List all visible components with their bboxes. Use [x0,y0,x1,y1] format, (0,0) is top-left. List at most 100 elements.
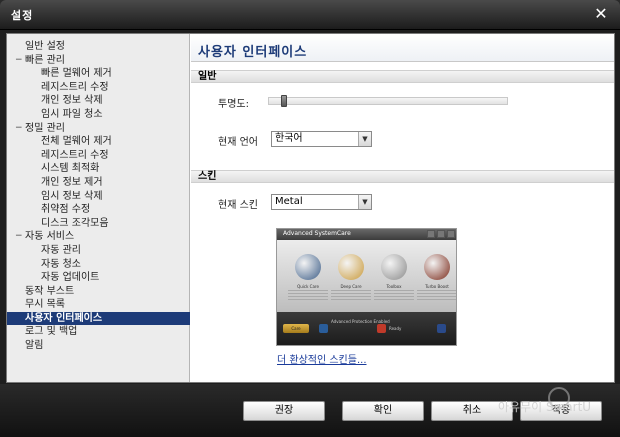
section-general: 일반 [191,70,614,83]
settings-content: 일반 설정 − 빠른 관리 빠른 멀웨어 제거 레지스트리 수정 개인 정보 삭제 임시 파… [6,33,615,383]
sidebar-item-label: 로그 및 백업 [25,326,78,338]
sidebar-item[interactable]: 임시 파일 청소 [7,108,190,122]
sidebar-item-label: 정밀 관리 [25,122,65,134]
sidebar-item-label: 빠른 멀웨어 제거 [41,68,112,80]
sidebar-item[interactable]: 자동 업데이트 [7,271,190,285]
sidebar-item-label: 동작 부스트 [25,285,75,297]
settings-sidebar: 일반 설정 − 빠른 관리 빠른 멀웨어 제거 레지스트리 수정 개인 정보 삭제 임시 파… [7,34,190,382]
preview-close-icon [447,230,455,238]
preview-feature-icon [295,254,321,280]
preview-feature-label: Toolbox [386,284,402,289]
chevron-down-icon[interactable]: ▼ [358,132,371,146]
preview-feature-label: Deep Care [340,284,362,289]
sidebar-item[interactable]: 동작 부스트 [7,285,190,299]
sidebar-item-label: 무시 목록 [25,299,65,311]
watermark: 아유무이 SmartU [498,400,592,414]
language-select[interactable]: 한국어 ▼ [271,131,372,147]
more-skins-link[interactable]: 더 환상적인 스킨들... [277,351,367,366]
preview-feature-description [417,290,456,300]
preview-feature-label: Turbo Boost [425,284,449,289]
sidebar-item[interactable]: 사용자 인터페이스 [7,311,190,326]
sidebar-item[interactable]: − 빠른 관리 [7,54,190,68]
sidebar-item-label: 자동 업데이트 [41,272,100,284]
sidebar-item[interactable]: 일반 설정 [7,40,190,54]
skin-select[interactable]: Metal ▼ [271,194,372,210]
sidebar-item-label: 임시 정보 삭제 [41,190,103,202]
sidebar-item[interactable]: 자동 청소 [7,258,190,272]
sidebar-item[interactable]: 개인 정보 제거 [7,176,190,190]
preview-feature-label: Quick Care [297,284,319,289]
preview-body: Quick Care Deep Care Toolbox Turbo Boost [277,240,456,312]
preview-feature-description [331,290,371,300]
section-skin: 스킨 [191,170,614,183]
preview-shield-icon [319,324,328,333]
sidebar-item-label: 임시 파일 청소 [41,108,103,120]
sidebar-item[interactable]: 임시 정보 삭제 [7,190,190,204]
preview-alert-icon [377,324,386,333]
skin-select-value: Metal [275,196,303,207]
sidebar-item[interactable]: 무시 목록 [7,298,190,312]
settings-tree: 일반 설정 − 빠른 관리 빠른 멀웨어 제거 레지스트리 수정 개인 정보 삭제 임시 파… [7,40,190,353]
settings-window: 설정 ✕ 일반 설정 − 빠른 관리 빠른 멀웨어 제거 레지스트리 수정 개인 정보 삭… [0,0,620,437]
preview-feature-description [288,290,328,300]
sidebar-item[interactable]: 로그 및 백업 [7,325,190,339]
panel-header: 사용자 인터페이스 [191,34,614,62]
sidebar-item[interactable]: 빠른 멀웨어 제거 [7,67,190,81]
sidebar-item-label: 빠른 관리 [25,54,65,66]
skin-label: 현재 스킨 [218,200,258,211]
sidebar-item-label: 시스템 최적화 [41,163,100,175]
settings-panel: 사용자 인터페이스 일반 투명도: 현재 언어 한국어 ▼ 스킨 현재 스킨 M… [191,34,614,382]
chevron-down-icon[interactable]: ▼ [358,195,371,209]
preview-feature-icon [424,254,450,280]
preview-maximize-icon [437,230,445,238]
section-skin-label: 스킨 [198,171,217,182]
title-bar: 설정 ✕ [0,0,620,30]
sidebar-item-label: 레지스트리 수정 [41,81,109,93]
sidebar-item[interactable]: 알림 [7,339,190,353]
preview-bottom: Care Advanced Protection Enabled Ready [277,312,456,345]
sidebar-item[interactable]: 레지스트리 수정 [7,81,190,95]
sidebar-item[interactable]: 개인 정보 삭제 [7,94,190,108]
preview-title: Advanced SystemCare [283,230,351,237]
sidebar-item-label: 레지스트리 수정 [41,149,109,161]
sidebar-item[interactable]: 자동 관리 [7,244,190,258]
preview-monitor-icon [437,324,446,333]
preview-care-button: Care [283,324,309,333]
button-bar: 권장 확인 취소 적용 아유무이 SmartU [0,384,620,437]
sidebar-item-label: 알림 [25,340,44,352]
section-general-label: 일반 [198,71,217,82]
sidebar-item[interactable]: − 정밀 관리 [7,122,190,136]
language-select-value: 한국어 [275,133,303,144]
preview-feature-description [374,290,414,300]
sidebar-item-label: 자동 관리 [41,244,81,256]
preview-feature-icon [381,254,407,280]
skin-preview: Advanced SystemCare Quick Care Deep Care T… [276,228,457,346]
sidebar-item-label: 사용자 인터페이스 [25,312,103,324]
sidebar-item[interactable]: 취약점 수정 [7,203,190,217]
sidebar-item[interactable]: − 자동 서비스 [7,230,190,244]
tree-collapse-icon[interactable]: − [15,122,23,136]
preview-status-sub: Ready [389,326,402,331]
sidebar-item[interactable]: 레지스트리 수정 [7,149,190,163]
page-title: 사용자 인터페이스 [198,45,308,60]
language-label: 현재 언어 [218,137,258,148]
sidebar-item-label: 자동 청소 [41,258,81,270]
sidebar-item[interactable]: 시스템 최적화 [7,162,190,176]
tree-collapse-icon[interactable]: − [15,230,23,244]
preview-titlebar: Advanced SystemCare [277,229,456,240]
opacity-slider-thumb[interactable] [281,95,287,107]
sidebar-item[interactable]: 디스크 조각모음 [7,217,190,231]
opacity-label: 투명도: [218,99,249,110]
sidebar-item-label: 일반 설정 [25,41,65,52]
sidebar-item-label: 자동 서비스 [25,231,75,243]
preview-feature-icon [338,254,364,280]
tree-collapse-icon[interactable]: − [15,54,23,68]
ok-button[interactable]: 확인 [342,401,424,421]
preview-minimize-icon [427,230,435,238]
sidebar-item[interactable]: 전체 멀웨어 제거 [7,135,190,149]
sidebar-item-label: 개인 정보 제거 [41,176,103,188]
recommend-button[interactable]: 권장 [243,401,325,421]
close-icon[interactable]: ✕ [592,4,610,24]
sidebar-item-label: 디스크 조각모음 [41,217,109,229]
opacity-slider[interactable] [268,95,508,107]
